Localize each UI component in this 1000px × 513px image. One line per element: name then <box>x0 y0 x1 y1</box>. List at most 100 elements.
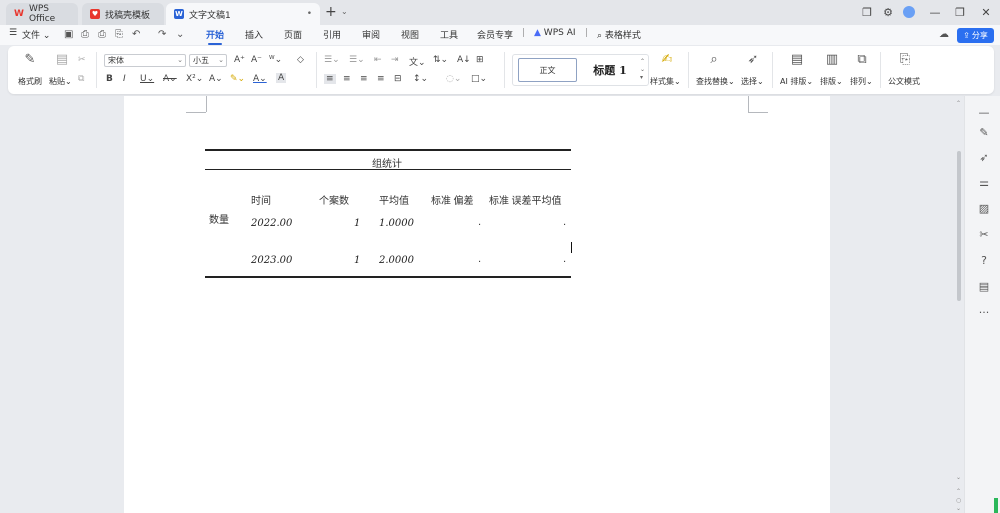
menu-member[interactable]: 会员专享 <box>477 28 513 41</box>
tab-label: 文字文稿1 <box>189 10 231 21</box>
chevron-down-icon[interactable]: ⌄ <box>176 29 184 40</box>
prev-page-icon[interactable]: ⌃ <box>956 488 961 495</box>
menu-tools[interactable]: 工具 <box>440 28 458 41</box>
grow-font-icon[interactable]: A⁺ <box>234 55 245 65</box>
char-shading-icon[interactable]: A <box>276 73 287 83</box>
tab-document[interactable]: W 文字文稿1 • <box>166 3 320 25</box>
font-color-icon[interactable]: A⌄ <box>253 74 267 84</box>
highlight-icon[interactable]: ✎⌄ <box>230 74 245 84</box>
undo-icon[interactable]: ↶ <box>132 29 140 40</box>
chinese-layout-icon[interactable]: 文⌄ <box>409 55 426 68</box>
clipboard-icon[interactable]: ▤ <box>977 280 991 293</box>
align-center-icon[interactable]: ≡ <box>343 74 351 84</box>
chevron-down-icon[interactable]: ⌄ <box>341 7 348 16</box>
style-heading-1[interactable]: 标题 1 <box>585 60 635 80</box>
crop-mark <box>186 112 206 113</box>
underline-icon[interactable]: U⌄ <box>140 74 154 84</box>
menu-view[interactable]: 视图 <box>401 28 419 41</box>
typeset-button[interactable]: 排版⌄ <box>820 76 843 87</box>
font-name-select[interactable]: 宋体 ⌄ <box>104 54 186 67</box>
distributed-icon[interactable]: ⊟ <box>394 74 402 84</box>
line-spacing-icon[interactable]: ↕⌄ <box>413 74 428 84</box>
bullet-list-icon[interactable]: ☰⌄ <box>324 55 340 65</box>
justify-icon[interactable]: ≡ <box>377 74 385 84</box>
redo-icon[interactable]: ↷ <box>158 29 166 40</box>
font-size-select[interactable]: 小五 ⌄ <box>189 54 227 67</box>
settings-icon[interactable]: ⚙ <box>878 3 898 21</box>
scroll-thumb[interactable] <box>957 151 961 301</box>
pen-icon[interactable]: ✎ <box>977 126 991 139</box>
window-restore-icon[interactable]: ❐ <box>857 3 877 21</box>
sort-icon[interactable]: ⇅⌄ <box>433 55 448 65</box>
menu-insert[interactable]: 插入 <box>245 28 263 41</box>
close-icon[interactable]: ✕ <box>976 3 996 21</box>
show-marks-icon[interactable]: ⊞ <box>476 55 484 65</box>
more-icon[interactable]: ··· <box>977 306 991 319</box>
shrink-font-icon[interactable]: A⁻ <box>251 55 262 65</box>
file-menu[interactable]: 文件 ⌄ <box>22 28 50 41</box>
clear-format-icon[interactable]: ◇ <box>297 55 304 65</box>
crop-mark <box>206 96 207 112</box>
hamburger-icon[interactable]: ☰ <box>9 28 17 38</box>
wps-ai-button[interactable]: ▲ WPS AI <box>534 28 576 38</box>
menu-review[interactable]: 审阅 <box>362 28 380 41</box>
tab-close-icon[interactable]: • <box>307 9 312 19</box>
vertical-scrollbar[interactable]: ⌃ ⌄ ⌃ ○ ⌄ <box>954 96 964 513</box>
cursor-icon[interactable]: ➶ <box>977 151 991 164</box>
maximize-icon[interactable]: ❐ <box>950 3 970 21</box>
border-icon[interactable]: □⌄ <box>471 74 487 84</box>
style-set-button[interactable]: 样式集⌄ <box>650 76 681 87</box>
official-mode-button[interactable]: 公文模式 <box>888 76 920 87</box>
align-right-icon[interactable]: ≡ <box>360 74 368 84</box>
format-painter-button[interactable]: 格式刷 <box>18 76 42 87</box>
save-icon[interactable]: ▣ <box>64 29 73 40</box>
scroll-down-icon[interactable]: ⌄ <box>956 474 961 481</box>
scroll-up-icon[interactable]: ⌃ <box>956 100 961 107</box>
print-preview-icon[interactable]: ⎘ <box>115 29 123 40</box>
align-left-icon[interactable]: ≡ <box>324 74 336 84</box>
increase-indent-icon[interactable]: ⇥ <box>391 55 399 65</box>
copy-icon[interactable]: ⧉ <box>78 74 84 84</box>
shading-icon[interactable]: ◌⌄ <box>446 74 461 84</box>
print-icon[interactable]: ⎙ <box>98 29 106 40</box>
document-page[interactable] <box>124 96 830 513</box>
menu-home[interactable]: 开始 <box>206 28 224 45</box>
new-tab-icon[interactable]: + <box>325 4 337 20</box>
numbered-list-icon[interactable]: ☰⌄ <box>349 55 365 65</box>
cut-icon[interactable]: ✂ <box>78 55 86 65</box>
ai-layout-button[interactable]: AI 排版⌄ <box>780 76 813 87</box>
text-direction-icon[interactable]: A↓ <box>457 55 471 65</box>
share-button[interactable]: ⇪ 分享 <box>957 28 994 43</box>
tab-template[interactable]: ♥ 找稿壳模板 <box>82 3 164 25</box>
text-effect-icon[interactable]: A⌄ <box>209 74 223 84</box>
arrange-button[interactable]: 排列⌄ <box>850 76 873 87</box>
export-pdf-icon[interactable]: ⎙ <box>81 29 89 40</box>
arrange-icon: ⧉ <box>857 52 867 67</box>
select-browse-icon[interactable]: ○ <box>956 497 961 504</box>
decrease-indent-icon[interactable]: ⇤ <box>374 55 382 65</box>
avatar[interactable] <box>899 3 919 21</box>
adjust-icon[interactable]: ⚌ <box>977 176 991 189</box>
strikethrough-icon[interactable]: A⌄ <box>163 74 177 84</box>
bold-icon[interactable]: B <box>106 74 113 84</box>
next-page-icon[interactable]: ⌄ <box>956 505 961 512</box>
paste-button[interactable]: 粘贴⌄ <box>49 76 72 87</box>
italic-icon[interactable]: I <box>123 74 126 84</box>
select-button[interactable]: 选择⌄ <box>741 76 764 87</box>
find-replace-button[interactable]: 查找替换⌄ <box>696 76 735 87</box>
cloud-sync-icon[interactable]: ☁ <box>939 29 949 40</box>
phonetic-guide-icon[interactable]: ᵂ⌄ <box>269 55 282 65</box>
superscript-icon[interactable]: X²⌄ <box>186 74 203 84</box>
help-icon[interactable]: ? <box>977 254 991 267</box>
menu-references[interactable]: 引用 <box>323 28 341 41</box>
tools-icon[interactable]: ✂ <box>977 228 991 241</box>
image-icon[interactable]: ▨ <box>977 202 991 215</box>
style-normal[interactable]: 正文 <box>518 58 577 82</box>
minimize-icon[interactable]: — <box>925 3 945 21</box>
tab-wps-office[interactable]: W WPS Office <box>6 3 78 25</box>
collapse-icon[interactable]: — <box>977 106 991 119</box>
style-gallery-scroll[interactable]: ⌃ ⌄ ▾ <box>640 58 645 82</box>
menu-page[interactable]: 页面 <box>284 28 302 41</box>
table-style-menu[interactable]: ⌕ 表格样式 <box>597 28 641 41</box>
tab-bar: W WPS Office ♥ 找稿壳模板 W 文字文稿1 • + ⌄ ❐ ⚙ —… <box>0 0 1000 25</box>
